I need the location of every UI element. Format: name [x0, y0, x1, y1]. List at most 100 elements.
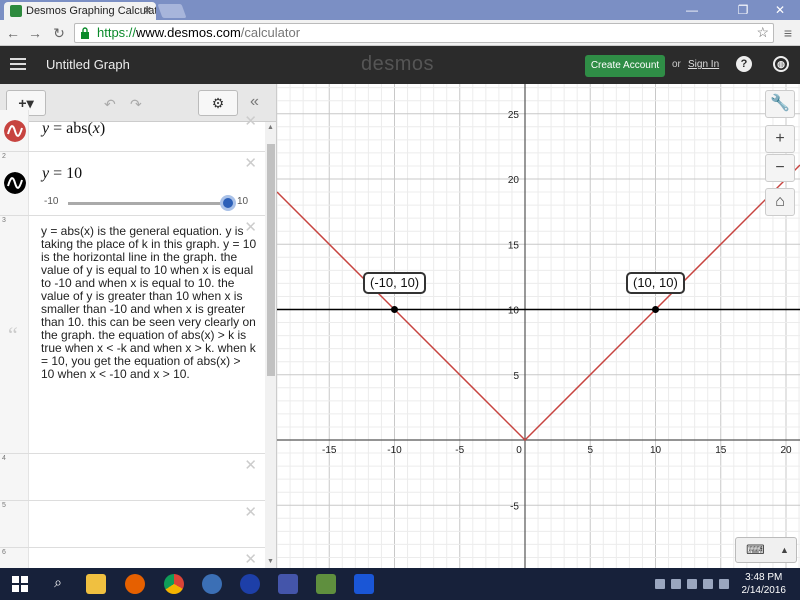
tab-title: Desmos Graphing Calculat — [26, 5, 156, 17]
home-icon[interactable]: ⌂ — [765, 188, 795, 216]
slider-min-label[interactable]: -10 — [44, 196, 58, 207]
battery-icon[interactable] — [687, 579, 697, 589]
minimize-icon[interactable]: — — [678, 2, 706, 18]
y-tick-label: 10 — [508, 306, 520, 317]
back-icon[interactable]: ← — [4, 24, 22, 42]
expression-row-6[interactable]: 6 ✕ — [0, 548, 265, 568]
x-tick-label: 5 — [587, 445, 593, 456]
point-label-neg10[interactable]: (-10, 10) — [363, 271, 427, 294]
app-icon[interactable] — [316, 574, 336, 594]
expr-paren: ) — [99, 120, 106, 137]
wrench-icon[interactable]: 🔧 — [765, 90, 795, 118]
graph-toggle-icon[interactable] — [4, 172, 26, 194]
expression-row-5[interactable]: 5 ✕ — [0, 501, 265, 548]
keyboard-toggle-button[interactable]: ⌨ ▲ — [735, 537, 797, 563]
note-text[interactable]: y = abs(x) is the general equation. y is… — [41, 225, 257, 381]
delete-expression-icon[interactable]: ✕ — [244, 218, 257, 236]
x-tick-label: 20 — [780, 445, 792, 456]
graph-toggle-icon[interactable] — [4, 120, 26, 142]
chrome-icon[interactable] — [164, 574, 184, 594]
graph-paper[interactable]: -15 -10 -5 0 5 10 15 20 25 20 15 10 5 -5 (-10, 10) (1… — [277, 84, 800, 568]
file-explorer-icon[interactable] — [86, 574, 106, 594]
expression-number: 3 — [2, 217, 6, 224]
app-icon[interactable] — [354, 574, 374, 594]
scroll-thumb[interactable] — [267, 144, 275, 376]
delete-expression-icon[interactable]: ✕ — [244, 112, 257, 130]
browser-tab-strip: Desmos Graphing Calculat ✕ — ❐ ✕ — [0, 0, 800, 20]
clock-date: 2/14/2016 — [741, 585, 787, 596]
collapse-panel-icon[interactable]: « — [250, 93, 259, 111]
expression-2-math[interactable]: y = 10 — [42, 165, 82, 183]
x-tick-label: 0 — [516, 445, 522, 456]
desmos-favicon-icon — [10, 5, 22, 17]
delete-expression-icon[interactable]: ✕ — [244, 154, 257, 172]
slider-max-label[interactable]: 10 — [237, 196, 248, 207]
expr-rhs: 10 — [66, 165, 83, 182]
expression-row-4[interactable]: 4 ✕ — [0, 454, 265, 501]
expr-lhs: y — [42, 165, 50, 182]
network-icon[interactable] — [703, 579, 713, 589]
expr-lhs: y — [42, 120, 50, 137]
hamburger-menu-icon[interactable] — [10, 58, 26, 70]
address-bar[interactable]: https://www.desmos.com/calculator ☆ — [74, 23, 774, 43]
chrome-menu-icon[interactable]: ≡ — [779, 24, 797, 42]
window-close-icon[interactable]: ✕ — [766, 2, 794, 18]
new-tab-button[interactable] — [157, 4, 187, 18]
volume-icon[interactable] — [719, 579, 729, 589]
firefox-icon[interactable] — [125, 574, 145, 594]
graph-canvas[interactable]: -15 -10 -5 0 5 10 15 20 25 20 15 10 5 -5 — [277, 84, 800, 568]
scroll-down-icon[interactable]: ▼ — [267, 558, 274, 565]
desmos-header: Untitled Graph desmos Create Account or … — [0, 46, 800, 84]
expression-row-2[interactable]: 2 y = 10 -10 10 ✕ — [0, 152, 265, 216]
slider-handle[interactable] — [220, 195, 236, 211]
x-tick-label: 15 — [715, 445, 727, 456]
expr-equals: = — [53, 165, 63, 182]
graph-title[interactable]: Untitled Graph — [46, 57, 130, 72]
point-label-pos10[interactable]: (10, 10) — [626, 271, 685, 294]
system-tray-icon[interactable] — [671, 579, 681, 589]
expression-1-math[interactable]: y = abs(x) — [42, 120, 105, 138]
notification-chevron-icon[interactable] — [655, 579, 665, 589]
taskbar-clock[interactable]: 3:48 PM 2/14/2016 — [742, 571, 787, 597]
bookmark-star-icon[interactable]: ☆ — [756, 24, 769, 41]
expression-scrollbar[interactable]: ▲ ▼ — [265, 122, 276, 568]
expression-list: y = abs(x) ✕ 2 y = 10 -10 10 ✕ 3 “ y = a… — [0, 110, 265, 568]
note-row-3[interactable]: 3 “ y = abs(x) is the general equation. … — [0, 216, 265, 454]
app-icon[interactable] — [278, 574, 298, 594]
delete-expression-icon[interactable]: ✕ — [244, 550, 257, 568]
tab-close-icon[interactable]: ✕ — [143, 4, 152, 17]
reload-icon[interactable]: ↻ — [50, 24, 68, 42]
delete-expression-icon[interactable]: ✕ — [244, 456, 257, 474]
globe-icon[interactable]: ◍ — [773, 56, 789, 72]
x-tick-label: -15 — [322, 445, 337, 456]
expression-row-1[interactable]: y = abs(x) ✕ — [0, 110, 265, 152]
y-tick-label: -5 — [510, 501, 519, 512]
search-icon[interactable]: ⌕ — [48, 574, 68, 594]
url-path: /calculator — [240, 25, 301, 40]
zoom-in-button[interactable]: + — [765, 125, 795, 153]
browser-tab[interactable]: Desmos Graphing Calculat ✕ — [4, 2, 156, 20]
lock-icon — [81, 27, 89, 39]
help-icon[interactable]: ? — [736, 56, 752, 72]
sign-in-link[interactable]: Sign In — [688, 59, 719, 70]
expression-number: 6 — [2, 549, 6, 556]
slider-track[interactable] — [68, 202, 230, 205]
create-account-button[interactable]: Create Account — [585, 55, 665, 77]
zoom-out-button[interactable]: − — [765, 154, 795, 182]
clock-time: 3:48 PM — [745, 572, 783, 583]
browser-toolbar: ← → ↻ https://www.desmos.com/calculator … — [0, 20, 800, 46]
expr-equals: = — [53, 120, 63, 137]
scroll-up-icon[interactable]: ▲ — [267, 124, 274, 131]
app-icon[interactable] — [202, 574, 222, 594]
slider-fill — [68, 202, 230, 205]
x-tick-label: -10 — [387, 445, 402, 456]
note-quote-icon: “ — [8, 322, 18, 347]
forward-icon[interactable]: → — [26, 24, 44, 42]
expression-panel: +▾ ↶ ↷ ⚙ « y = abs(x) ✕ 2 y = 10 -10 10 … — [0, 84, 277, 568]
windows-start-icon[interactable] — [10, 574, 30, 594]
restore-icon[interactable]: ❐ — [729, 2, 757, 18]
app-icon[interactable] — [240, 574, 260, 594]
delete-expression-icon[interactable]: ✕ — [244, 503, 257, 521]
y-tick-label: 5 — [513, 371, 519, 382]
y-tick-label: 25 — [508, 110, 520, 121]
